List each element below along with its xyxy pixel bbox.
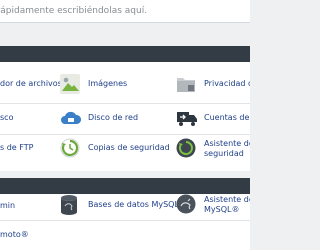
mysql-databases-link[interactable]: Bases de datos MySQL® [60, 194, 187, 216]
images-icon [60, 74, 80, 94]
cpanel-page: s rápidamente escribiéndolas aquí. dor d… [0, 0, 250, 250]
mysql-wizard-icon [176, 194, 196, 214]
search-placeholder: s rápidamente escribiéndolas aquí. [0, 6, 148, 16]
files-section-header[interactable] [0, 46, 250, 62]
web-disk-label: Disco de red [88, 113, 139, 122]
files-section-body: dor de archivos Imágenes Privacidad del … [0, 62, 250, 171]
backup-wizard-label-line2: seguridad [204, 149, 244, 158]
remote-mysql-label: moto® [0, 230, 29, 239]
backup-wizard-label-line1: Asistente de cop [204, 139, 250, 148]
mysql-wizard-label-line2: MySQL® [204, 205, 240, 214]
cloud-icon [61, 111, 82, 124]
file-manager-link[interactable]: dor de archivos [0, 73, 62, 95]
folder-lock-icon [177, 78, 195, 92]
backup-wizard-link[interactable]: Asistente de cop seguridad [176, 134, 250, 162]
row-divider [0, 220, 250, 221]
disk-usage-link[interactable]: sco [0, 107, 13, 129]
phpmyadmin-label: min [0, 201, 16, 210]
mysql-database-icon [61, 195, 77, 215]
ftp-connections-label: s de FTP [0, 143, 34, 152]
remote-mysql-link[interactable]: moto® [0, 224, 29, 246]
mysql-wizard-label-line1: Asistente de ba [204, 195, 250, 204]
mysql-wizard-link[interactable]: Asistente de ba MySQL® [176, 190, 250, 218]
databases-section-body: min Bases de datos MySQL® Asistente de b… [0, 194, 250, 250]
ftp-truck-icon [177, 112, 197, 126]
phpmyadmin-link[interactable]: min [0, 195, 15, 217]
backup-icon [60, 138, 80, 158]
ftp-accounts-label: Cuentas de FTP [204, 113, 250, 122]
search-input[interactable]: s rápidamente escribiéndolas aquí. [0, 0, 250, 23]
images-link[interactable]: Imágenes [60, 73, 130, 95]
backup-link[interactable]: Copias de seguridad [60, 137, 170, 159]
file-manager-label: dor de archivos [0, 79, 62, 88]
backup-label: Copias de seguridad [88, 143, 170, 152]
row-divider [0, 103, 250, 104]
ftp-accounts-link[interactable]: Cuentas de FTP [176, 107, 250, 129]
mysql-databases-label: Bases de datos MySQL® [88, 200, 187, 209]
web-disk-link[interactable]: Disco de red [60, 107, 140, 129]
directory-privacy-link[interactable]: Privacidad del d [176, 73, 250, 95]
disk-usage-label: sco [0, 113, 14, 122]
ftp-connections-link[interactable]: s de FTP [0, 137, 33, 159]
images-label: Imágenes [88, 79, 128, 88]
backup-wizard-icon [176, 138, 196, 158]
directory-privacy-label: Privacidad del d [204, 79, 250, 88]
